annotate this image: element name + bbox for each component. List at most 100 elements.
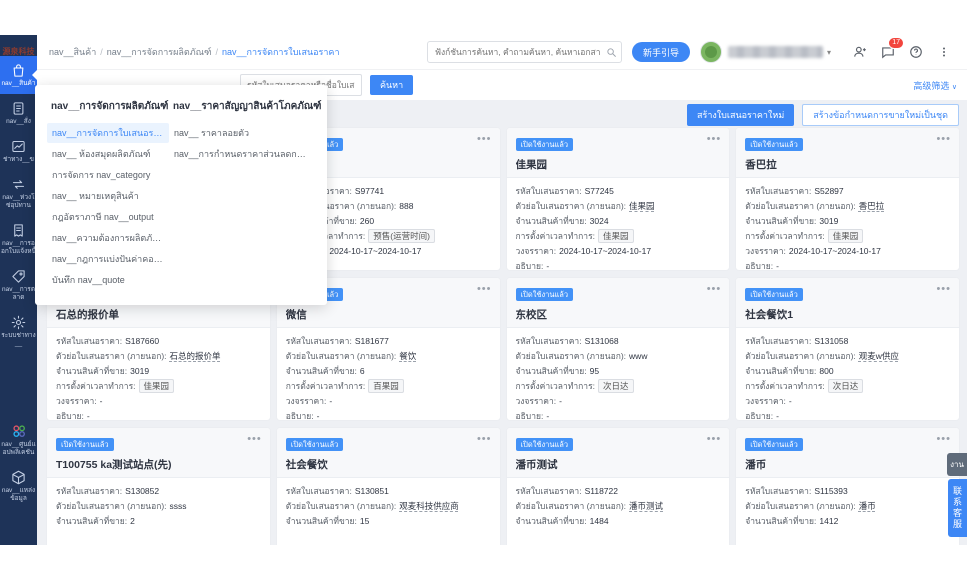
card-more-icon[interactable]: ••• — [707, 434, 722, 444]
dropdown-menu-item[interactable]: การจัดการ nav_category — [47, 165, 169, 185]
quote-title: 微信 — [286, 307, 491, 322]
sidebar-item-label: nav__แหล่งข้อมูล — [1, 487, 37, 503]
field-value[interactable]: 佳果园 — [629, 201, 655, 211]
breadcrumb-separator: / — [100, 47, 103, 57]
bag-icon — [11, 63, 26, 78]
card-field-row: การตั้งค่าเวลาทำการ:百果园 — [286, 379, 491, 394]
field-value[interactable]: 潘币测试 — [629, 501, 663, 511]
field-value[interactable]: 石总的报价单 — [170, 351, 221, 361]
card-field-row: รหัสใบเสนอราคา:S130851 — [286, 484, 491, 499]
field-label: การตั้งค่าเวลาทำการ: — [745, 381, 825, 391]
card-field-row: ตัวย่อใบเสนอราคา (ภายนอก):香巴拉 — [745, 199, 950, 214]
create-quote-button[interactable]: สร้างใบเสนอราคาใหม่ — [687, 104, 794, 126]
field-value: - — [776, 411, 779, 420]
sidebar-item[interactable]: nav__ศูนย์แอปพลิเคชัน — [0, 416, 37, 463]
sidebar-item[interactable]: nav__การตลาด — [0, 262, 37, 308]
field-value[interactable]: 观麦w供应 — [859, 351, 899, 361]
card-more-icon[interactable]: ••• — [707, 134, 722, 144]
card-field-row: รหัสใบเสนอราคา:S118722 — [516, 484, 721, 499]
card-field-row: วงจรราคา:2024-10-17~2024-10-17 — [745, 244, 950, 259]
field-label: รหัสใบเสนอราคา: — [286, 486, 352, 496]
field-value: - — [559, 396, 562, 406]
field-label: จำนวนสินค้าที่ขาย: — [56, 366, 127, 376]
dropdown-menu-item[interactable]: nav__การจัดการใบเสนอราคา — [47, 123, 169, 143]
card-field-row: รหัสใบเสนอราคา:S131058 — [745, 334, 950, 349]
quote-title: 社会餐饮1 — [745, 307, 950, 322]
beginner-guide-button[interactable]: 新手引导 — [632, 42, 690, 62]
field-value[interactable]: 观麦科技供应商 — [399, 501, 459, 511]
app-center-icon — [11, 423, 27, 439]
advanced-filter-toggle[interactable]: 高级筛选 ∨ — [913, 79, 957, 92]
sidebar-item[interactable]: nav__สั่ง — [0, 94, 37, 132]
card-more-icon[interactable]: ••• — [936, 284, 951, 294]
field-label: รหัสใบเสนอราคา: — [516, 336, 582, 346]
field-label: ตัวย่อใบเสนอราคา (ภายนอก): — [286, 501, 397, 511]
chevron-down-icon: ∨ — [952, 84, 957, 91]
field-value[interactable]: 餐饮 — [399, 351, 416, 361]
field-value[interactable]: 潘币 — [859, 501, 876, 511]
card-more-icon[interactable]: ••• — [477, 434, 492, 444]
field-value: - — [546, 411, 549, 420]
chevron-down-icon[interactable]: ▾ — [827, 48, 831, 57]
task-tab[interactable]: งาน — [947, 453, 967, 476]
search-button[interactable]: ค้นหา — [370, 75, 413, 95]
sidebar-item[interactable]: nav__การออกใบแจ้งหนี้ — [0, 216, 37, 262]
help-icon[interactable] — [905, 41, 927, 63]
breadcrumb-item[interactable]: nav__การจัดการผลิตภัณฑ์ — [107, 45, 212, 59]
contacts-icon[interactable] — [849, 41, 871, 63]
card-field-row: ตัวย่อใบเสนอราคา (ภายนอก):佳果园 — [516, 199, 721, 214]
sidebar-item[interactable]: ระบบช่าทาง__ — [0, 308, 37, 354]
card-field-row: ตัวย่อใบเสนอราคา (ภายนอก):石总的报价单 — [56, 349, 261, 364]
sidebar-item[interactable]: nav__แหล่งข้อมูล — [0, 463, 37, 509]
sidebar-item[interactable]: ช่าทาง__ข — [0, 132, 37, 170]
dropdown-menu-item[interactable]: nav__ ราคาลอยตัว — [169, 123, 315, 143]
field-label: รหัสใบเสนอราคา: — [516, 486, 582, 496]
global-search-input[interactable] — [427, 41, 622, 63]
quote-title: 东校区 — [516, 307, 721, 322]
card-more-icon[interactable]: ••• — [247, 434, 262, 444]
dropdown-menu-item[interactable]: nav__ หมายเหตุสินค้า — [47, 186, 169, 206]
field-label: จำนวนสินค้าที่ขาย: — [516, 516, 587, 526]
dropdown-menu-item[interactable]: nav__ความต้องการผลิตภัณฑ์ใหม่ — [47, 228, 169, 248]
field-value: 2024-10-17~2024-10-17 — [789, 246, 881, 256]
card-more-icon[interactable]: ••• — [936, 434, 951, 444]
breadcrumb-item[interactable]: nav__การจัดการใบเสนอราคา — [222, 45, 340, 59]
card-more-icon[interactable]: ••• — [707, 284, 722, 294]
dropdown-col1-items: nav__การจัดการใบเสนอราคาnav__ ห้องสมุดผล… — [47, 123, 169, 290]
create-batch-sales-button[interactable]: สร้างข้อกำหนดการขายใหม่เป็นชุด — [802, 104, 959, 126]
dropdown-menu-item[interactable]: กฎอัตราภาษี nav__output — [47, 207, 169, 227]
quote-title: 佳果园 — [516, 157, 721, 172]
customer-service-ribbon[interactable]: 联系客服 — [948, 479, 967, 537]
field-label: ตัวย่อใบเสนอราคา (ภายนอก): — [745, 351, 856, 361]
field-value[interactable]: 香巴拉 — [859, 201, 885, 211]
messages-icon[interactable]: 17 — [877, 41, 899, 63]
dropdown-menu-item[interactable]: nav__ ห้องสมุดผลิตภัณฑ์ — [47, 144, 169, 164]
field-label: จำนวนสินค้าที่ขาย: — [745, 216, 816, 226]
field-value: 888 — [399, 201, 413, 211]
sidebar-item[interactable]: nav__สินค้า — [0, 56, 37, 94]
card-field-row: วงจรราคา:- — [745, 394, 950, 409]
card-more-icon[interactable]: ••• — [477, 134, 492, 144]
card-field-row: รหัสใบเสนอราคา:S52897 — [745, 184, 950, 199]
sidebar-item[interactable]: nav__ห่วงโซ่อุปทาน — [0, 170, 37, 216]
sidebar-item-label: nav__สั่ง — [1, 118, 37, 126]
card-more-icon[interactable]: ••• — [477, 284, 492, 294]
status-badge: เปิดใช้งานแล้ว — [745, 438, 803, 451]
more-options-icon[interactable] — [933, 41, 955, 63]
field-label: ตัวย่อใบเสนอราคา (ภายนอก): — [516, 201, 627, 211]
card-field-row: วงจรราคา:2024-10-17~2024-10-17 — [516, 244, 721, 259]
field-value: 1412 — [819, 516, 838, 526]
field-value: 佳果园 — [598, 229, 634, 243]
card-more-icon[interactable]: ••• — [936, 134, 951, 144]
user-name-redacted — [728, 46, 823, 58]
quote-card: เปิดใช้งานแล้ว ••• 东校区 รหัสใบเสนอราคา:S1… — [507, 278, 730, 420]
global-search — [427, 41, 622, 63]
dropdown-menu-item[interactable]: nav__การกำหนดราคาส่วนลดการสั่งซื้อแบบเต็… — [169, 144, 315, 164]
card-field-row: การตั้งค่าเวลาทำการ:佳果园 — [56, 379, 261, 394]
field-value: 6 — [360, 366, 365, 376]
avatar[interactable] — [700, 41, 722, 63]
sidebar-item-label: nav__ห่วงโซ่อุปทาน — [1, 194, 37, 210]
dropdown-menu-item[interactable]: nav__กฎการแบ่งปันค่าคอมมิชชั่น — [47, 249, 169, 269]
dropdown-menu-item[interactable]: บันทึก nav__quote — [47, 270, 169, 290]
breadcrumb-item[interactable]: nav__สินค้า — [49, 45, 96, 59]
